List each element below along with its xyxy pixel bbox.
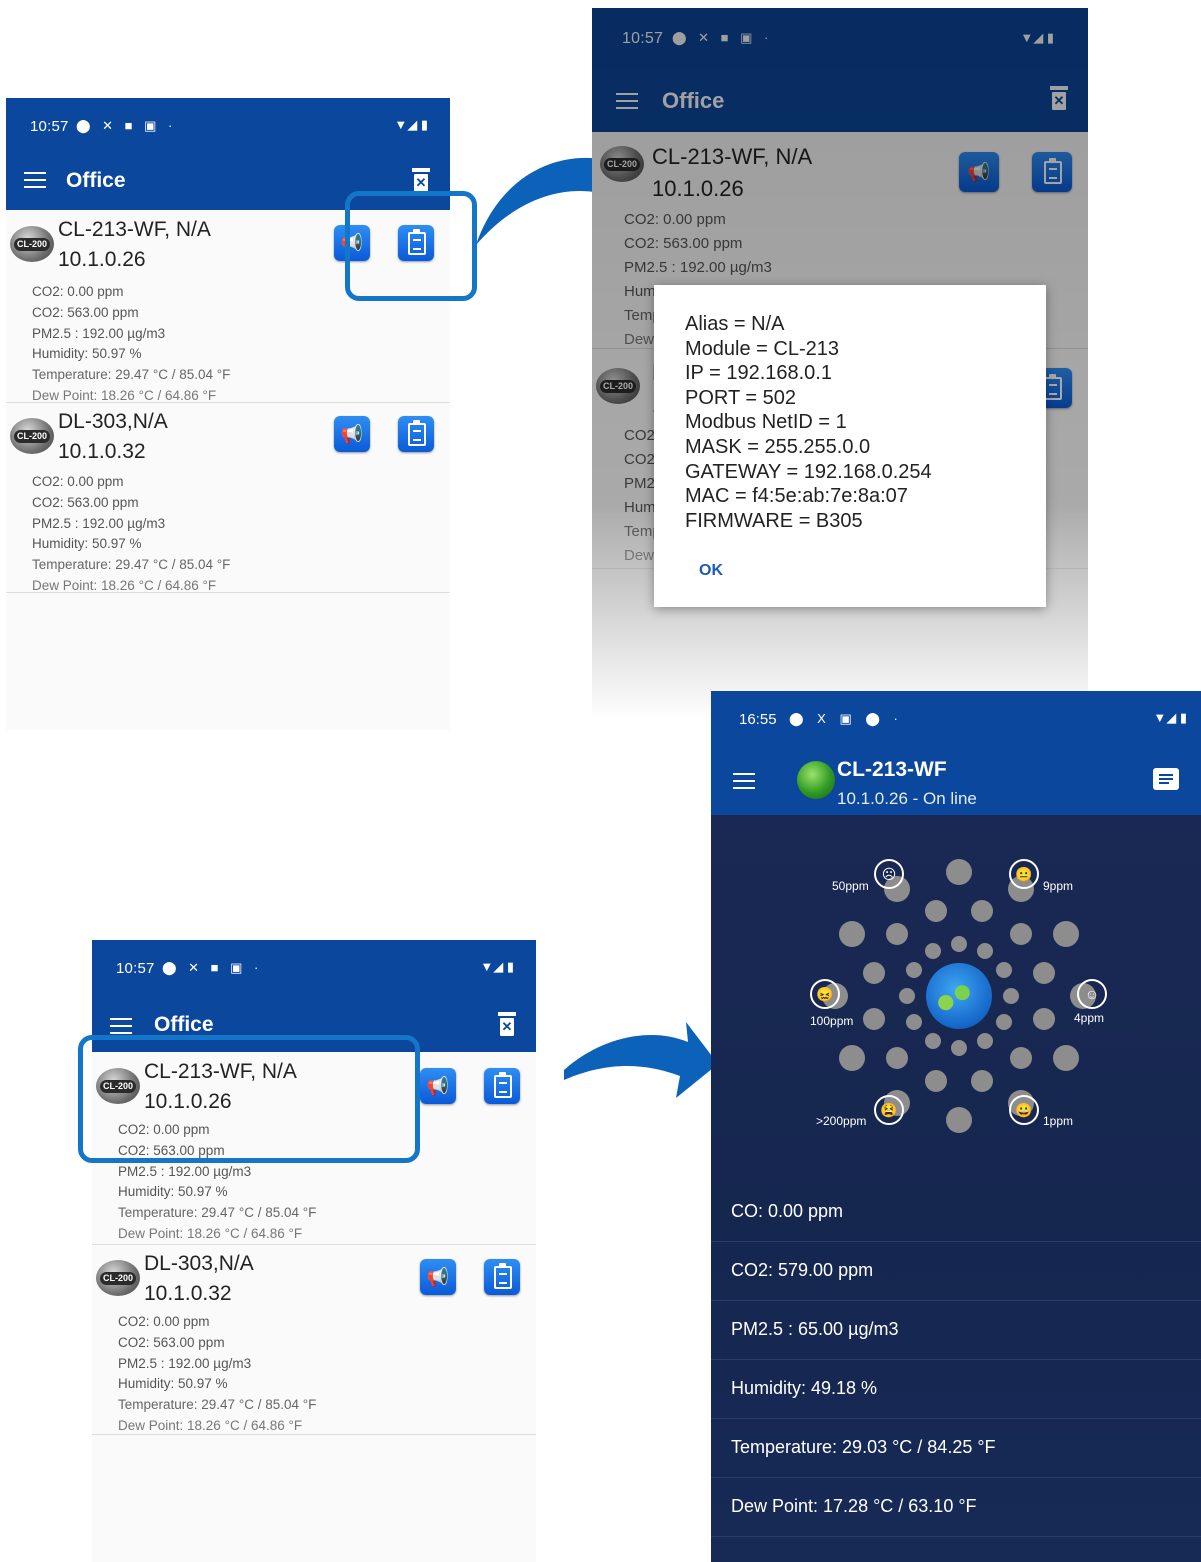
delete-icon[interactable]: ✕ — [498, 1012, 516, 1038]
gauge-dot — [1053, 1045, 1080, 1071]
face-label: 9ppm — [1043, 879, 1074, 893]
face-icon: 😀 — [1009, 1095, 1039, 1125]
device-name: DL-303,N/A — [58, 410, 168, 433]
reading-row: Dew Point: 17.28 °C / 63.10 °F — [711, 1478, 1201, 1537]
device-info-dialog: Alias = N/A Module = CL-213 IP = 192.168.0… — [654, 285, 1046, 607]
list-item[interactable]: CL-200 DL-303,N/A 10.1.0.32 CO2: 0.00 pp… — [6, 402, 450, 593]
face-icon: 😐 — [1009, 859, 1039, 889]
device-logo: CL-200 — [96, 1260, 140, 1296]
gauge-dot — [925, 1033, 941, 1050]
gauge-dot — [1003, 988, 1019, 1004]
highlight-box — [345, 191, 477, 301]
gauge-dot — [946, 1107, 972, 1133]
arrow-icon — [564, 1022, 718, 1098]
gauge-dot — [1033, 1007, 1055, 1030]
info-button[interactable] — [484, 1259, 520, 1295]
gauge-dot — [970, 899, 993, 922]
notification-icons: ⬤ ✕ ■ ▣ · — [162, 960, 263, 975]
gauge-dot — [977, 1033, 993, 1050]
face-icon: ☺ — [1077, 979, 1107, 1009]
reading-row: Humidity: 49.18 % — [711, 1360, 1201, 1419]
dialog-content: Alias = N/A Module = CL-213 IP = 192.168.0… — [685, 313, 932, 532]
gauge-dot — [885, 922, 908, 945]
gauge-dot — [970, 1070, 993, 1092]
device-logo: CL-200 — [10, 226, 54, 262]
reading-row: PM2.5 : 65.00 µg/m3 — [711, 1301, 1201, 1360]
device-ip: 10.1.0.32 — [58, 440, 146, 463]
page-title: Office — [154, 1013, 214, 1036]
gauge-dot — [862, 962, 885, 985]
device-readings: CO2: 0.00 ppmCO2: 563.00 ppmPM2.5 : 192.… — [32, 474, 231, 593]
gauge-dot — [996, 1014, 1013, 1030]
device-readings: CO2: 0.00 ppmCO2: 563.00 ppmPM2.5 : 192.… — [118, 1314, 317, 1433]
status-time: 10:57 — [30, 118, 69, 135]
air-quality-gauge — [711, 691, 1201, 1171]
menu-icon[interactable] — [110, 1018, 132, 1034]
earth-icon — [926, 963, 992, 1029]
face-label: >200ppm — [816, 1114, 867, 1128]
notification-icons: ⬤ ✕ ■ ▣ · — [76, 118, 177, 133]
phone-detail: 16:55 ⬤ X ▣ ⬤ · ▼◢ ▮ CL-213-WF 10.1.0.26… — [711, 691, 1201, 1562]
gauge-dot — [977, 942, 993, 959]
menu-icon[interactable] — [24, 172, 46, 188]
gauge-dot — [862, 1007, 885, 1030]
device-readings: CO2: 0.00 ppmCO2: 563.00 ppmPM2.5 : 192.… — [32, 284, 231, 403]
face-label: 50ppm — [832, 879, 869, 893]
status-bar: 10:57 ⬤ ✕ ■ ▣ · ▼◢ ▮ — [92, 940, 536, 998]
gauge-dot — [1033, 962, 1055, 985]
gauge-dot — [838, 921, 865, 947]
gauge-dot — [838, 1045, 865, 1071]
status-time: 10:57 — [116, 960, 155, 977]
gauge-dot — [885, 1047, 908, 1070]
face-label: 1ppm — [1043, 1114, 1074, 1128]
gauge-dot — [899, 988, 915, 1004]
clipboard-icon — [408, 420, 426, 446]
device-logo: CL-200 — [10, 418, 54, 454]
phone-list-c: 10:57 ⬤ ✕ ■ ▣ · ▼◢ ▮ Office ✕ CL-200 CL-… — [92, 940, 536, 1562]
face-icon: ☹ — [874, 859, 904, 889]
gauge-dot — [1010, 922, 1033, 945]
gauge-dot — [905, 962, 922, 978]
gauge-dot — [946, 859, 972, 885]
device-ip: 10.1.0.26 — [58, 248, 146, 271]
page-title: Office — [66, 169, 126, 192]
reading-row: CO2: 579.00 ppm — [711, 1242, 1201, 1301]
face-label: 100ppm — [810, 1014, 854, 1028]
alarm-button[interactable]: 📢 — [420, 1068, 456, 1104]
gauge-dot — [905, 1014, 922, 1030]
phone-dialog: 10:57 ⬤ ✕ ■ ▣ · ▼◢ ▮ Office ✕ CL-200 CL-… — [592, 8, 1088, 718]
alarm-button[interactable]: 📢 — [420, 1259, 456, 1295]
ok-button[interactable]: OK — [699, 562, 723, 580]
highlight-box — [78, 1035, 420, 1163]
signal-battery-icon: ▼◢ ▮ — [394, 117, 428, 132]
gauge-dot — [996, 962, 1013, 978]
device-name: CL-213-WF, N/A — [58, 218, 211, 241]
reading-row: Temperature: 29.03 °C / 84.25 °F — [711, 1419, 1201, 1478]
face-label: 4ppm — [1074, 1011, 1105, 1025]
status-bar: 10:57 ⬤ ✕ ■ ▣ · ▼◢ ▮ — [6, 98, 450, 156]
list-item[interactable]: CL-200 DL-303,N/A 10.1.0.32 CO2: 0.00 pp… — [92, 1244, 536, 1435]
clipboard-icon — [494, 1263, 512, 1289]
reading-row: CO: 0.00 ppm — [711, 1183, 1201, 1242]
clipboard-icon — [494, 1072, 512, 1098]
gauge-dot — [951, 936, 967, 952]
face-icon: 😫 — [874, 1095, 904, 1125]
device-name: DL-303,N/A — [144, 1252, 254, 1275]
gauge-dot — [1010, 1047, 1033, 1070]
info-button[interactable] — [398, 416, 434, 452]
device-ip: 10.1.0.32 — [144, 1282, 232, 1305]
alarm-button[interactable]: 📢 — [334, 416, 370, 452]
gauge-dot — [925, 1070, 948, 1092]
gauge-dot — [925, 899, 948, 922]
signal-battery-icon: ▼◢ ▮ — [480, 959, 514, 974]
face-icon: 😖 — [810, 979, 840, 1009]
info-button[interactable] — [484, 1068, 520, 1104]
gauge-dot — [1053, 921, 1080, 947]
gauge-dot — [951, 1040, 967, 1056]
gauge-dot — [925, 942, 941, 959]
